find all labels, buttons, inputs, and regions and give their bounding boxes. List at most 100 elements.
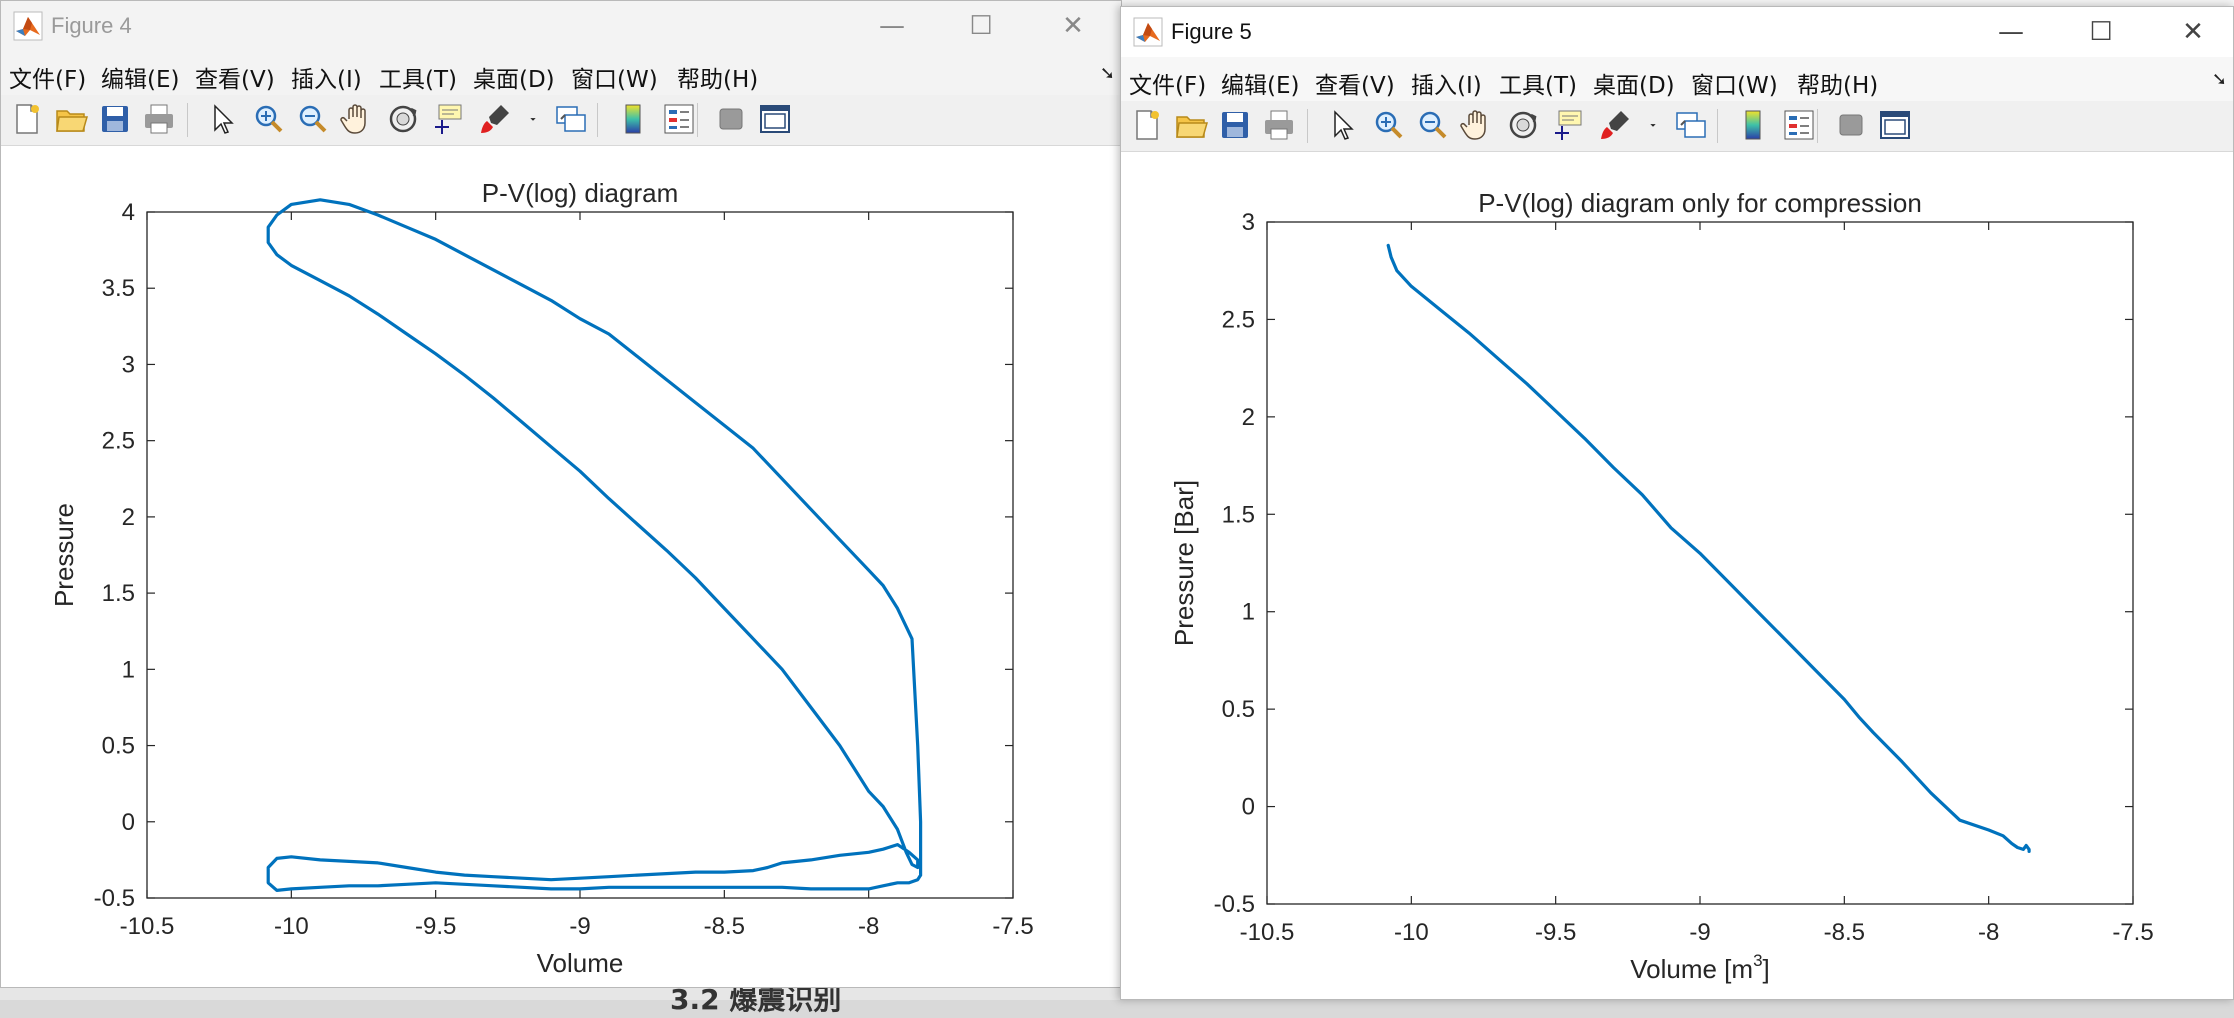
x-axis-label: Volume [m3] [1630,951,1770,984]
close-button[interactable]: ✕ [1037,1,1109,51]
menu-view[interactable]: 查看(V) [1315,66,1395,100]
menu-insert[interactable]: 插入(I) [291,60,362,94]
x-tick-label: -10.5 [1240,919,1295,946]
zoom-out-icon[interactable] [295,101,331,137]
dock-arrow-icon[interactable]: ➘ [1100,63,1115,84]
data-cursor-icon[interactable] [431,101,467,137]
dock-arrow-icon[interactable]: ➘ [2212,69,2227,90]
y-tick-label: 0.5 [1222,696,1255,723]
figure-4-chart[interactable]: -10.5 -10 -9.5 -9 -8.5 -8 -7.5 -0.5 0 0.5 1 1.5 2 2.5… [1,146,1121,988]
print-icon[interactable] [1261,107,1297,143]
brush-icon[interactable] [1597,107,1633,143]
save-icon[interactable] [97,101,133,137]
link-plot-icon[interactable] [553,101,589,137]
close-button[interactable]: ✕ [2157,7,2229,57]
y-tick-label: 3 [1242,209,1255,236]
figure-5-plot-area: -10.5 -10 -9.5 -9 -8.5 -8 -7.5 -0.5 0 0.5 1 1.5 2 2.5… [1121,152,2233,999]
pan-hand-icon[interactable] [1459,107,1495,143]
open-file-icon[interactable] [1173,107,1209,143]
figure-5-menubar: 文件(F) 编辑(E) 查看(V) 插入(I) 工具(T) 桌面(D) 窗口(W… [1121,57,2233,101]
menu-file[interactable]: 文件(F) [1129,66,1206,100]
colorbar-icon[interactable] [615,101,651,137]
x-tick-label: -8 [1978,919,1999,946]
menu-view[interactable]: 查看(V) [195,60,275,94]
show-plot-tools-icon[interactable] [1877,107,1913,143]
menu-insert[interactable]: 插入(I) [1411,66,1482,100]
new-figure-icon[interactable] [9,101,45,137]
menu-help[interactable]: 帮助(H) [677,60,758,94]
open-file-icon[interactable] [53,101,89,137]
y-tick-label: 1 [1242,599,1255,626]
figure-4-titlebar[interactable]: Figure 4 — ☐ ✕ [1,1,1121,51]
toolbar-separator [187,103,188,137]
x-axis-label-end: ] [1763,954,1770,984]
x-tick-label: -10 [274,913,309,940]
x-axis-label-superscript: 3 [1753,951,1762,970]
rotate-3d-icon[interactable] [385,101,421,137]
chart-title: P-V(log) diagram [482,178,679,208]
y-tick-label: 0.5 [102,733,135,760]
link-plot-icon[interactable] [1673,107,1709,143]
figure-5-titlebar[interactable]: Figure 5 — ☐ ✕ [1121,7,2233,57]
hide-plot-tools-icon[interactable] [713,101,749,137]
pointer-icon[interactable] [203,101,239,137]
zoom-in-icon[interactable] [251,101,287,137]
figure-5-chart[interactable]: -10.5 -10 -9.5 -9 -8.5 -8 -7.5 -0.5 0 0.5 1 1.5 2 2.5… [1121,152,2233,1000]
brush-icon[interactable] [477,101,513,137]
print-icon[interactable] [141,101,177,137]
pan-hand-icon[interactable] [339,101,375,137]
legend-icon[interactable] [661,101,697,137]
x-tick-label: -9.5 [415,913,456,940]
toolbar-separator [1817,109,1818,143]
save-icon[interactable] [1217,107,1253,143]
show-plot-tools-icon[interactable] [757,101,793,137]
y-tick-label: 2 [1242,404,1255,431]
hide-plot-tools-icon[interactable] [1833,107,1869,143]
figure-4-title: Figure 4 [51,13,132,38]
figure-4-toolbar [1,95,1121,146]
menu-edit[interactable]: 编辑(E) [101,60,179,94]
y-tick-label: -0.5 [94,885,135,912]
colorbar-icon[interactable] [1735,107,1771,143]
y-tick-label: 3 [122,351,135,378]
y-tick-label: 2 [122,504,135,531]
x-tick-label: -8.5 [1824,919,1865,946]
x-axis-label: Volume [537,948,624,978]
new-figure-icon[interactable] [1129,107,1165,143]
zoom-in-icon[interactable] [1371,107,1407,143]
toolbar-separator [1717,109,1718,143]
axes-box [146,211,1014,899]
menu-window[interactable]: 窗口(W) [571,60,658,94]
menu-tools[interactable]: 工具(T) [1499,66,1577,100]
minimize-button[interactable]: — [1975,7,2047,57]
x-tick-label: -7.5 [2112,919,2153,946]
menu-window[interactable]: 窗口(W) [1691,66,1778,100]
y-tick-label: 4 [122,199,135,226]
pointer-icon[interactable] [1323,107,1359,143]
brush-dropdown-icon[interactable] [525,101,541,137]
figure-5-toolbar [1121,101,2233,152]
figure-4-window[interactable]: Figure 4 — ☐ ✕ 文件(F) 编辑(E) 查看(V) 插入(I) 工… [0,0,1122,988]
x-tick-label: -8 [858,913,879,940]
brush-dropdown-icon[interactable] [1645,107,1661,143]
figure-5-title: Figure 5 [1171,19,1252,44]
data-cursor-icon[interactable] [1551,107,1587,143]
menu-edit[interactable]: 编辑(E) [1221,66,1299,100]
legend-icon[interactable] [1781,107,1817,143]
menu-tools[interactable]: 工具(T) [379,60,457,94]
menu-desktop[interactable]: 桌面(D) [1593,66,1675,100]
maximize-button[interactable]: ☐ [945,1,1017,51]
menu-file[interactable]: 文件(F) [9,60,86,94]
x-tick-label: -7.5 [992,913,1033,940]
figure-5-window[interactable]: Figure 5 — ☐ ✕ 文件(F) 编辑(E) 查看(V) 插入(I) 工… [1120,6,2234,1000]
maximize-button[interactable]: ☐ [2065,7,2137,57]
menu-help[interactable]: 帮助(H) [1797,66,1878,100]
rotate-3d-icon[interactable] [1505,107,1541,143]
y-tick-label: 3.5 [102,275,135,302]
y-axis-label: Pressure [Bar] [1169,480,1199,646]
y-axis-label: Pressure [49,503,79,607]
menu-desktop[interactable]: 桌面(D) [473,60,555,94]
minimize-button[interactable]: — [856,1,928,51]
matlab-logo-icon [13,11,43,41]
zoom-out-icon[interactable] [1415,107,1451,143]
